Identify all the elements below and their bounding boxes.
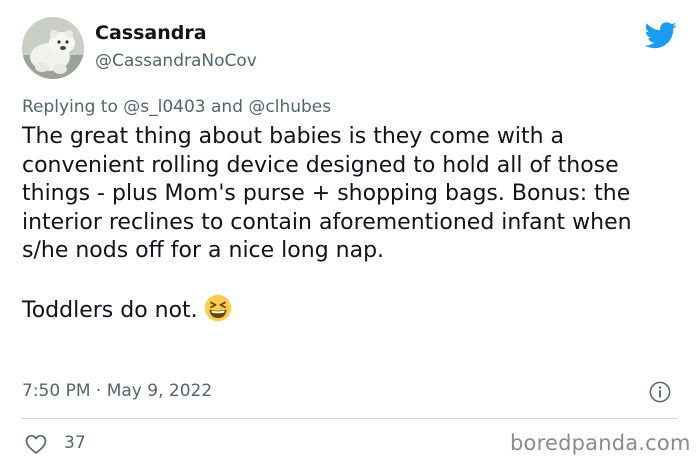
reply-conjunction: and bbox=[211, 97, 243, 117]
reply-context: Replying to @s_l0403 and @clhubes bbox=[22, 97, 331, 117]
tweet-body: The great thing about babies is they com… bbox=[22, 123, 682, 325]
grinning-squinting-face-icon bbox=[204, 294, 231, 321]
divider bbox=[22, 418, 678, 419]
heart-icon[interactable] bbox=[24, 432, 48, 456]
avatar[interactable] bbox=[22, 17, 84, 79]
polar-bear-photo bbox=[22, 17, 84, 79]
reply-mention-1[interactable]: @s_l0403 bbox=[123, 97, 205, 117]
tweet-paragraph-2: Toddlers do not. bbox=[22, 297, 198, 323]
watermark: boredpanda.com bbox=[510, 431, 691, 455]
like-count: 37 bbox=[64, 433, 86, 453]
author-handle[interactable]: @CassandraNoCov bbox=[95, 51, 257, 71]
tweet-paragraph-1: The great thing about babies is they com… bbox=[22, 124, 632, 263]
tweet-timestamp[interactable]: 7:50 PM · May 9, 2022 bbox=[22, 381, 212, 401]
author-name[interactable]: Cassandra bbox=[95, 22, 207, 44]
reply-prefix: Replying to bbox=[22, 97, 118, 117]
reply-mention-2[interactable]: @clhubes bbox=[248, 97, 331, 117]
info-icon[interactable] bbox=[649, 381, 671, 403]
tweet-paragraph-2-wrap: Toddlers do not. bbox=[22, 294, 682, 326]
twitter-bird-icon[interactable] bbox=[645, 19, 677, 51]
